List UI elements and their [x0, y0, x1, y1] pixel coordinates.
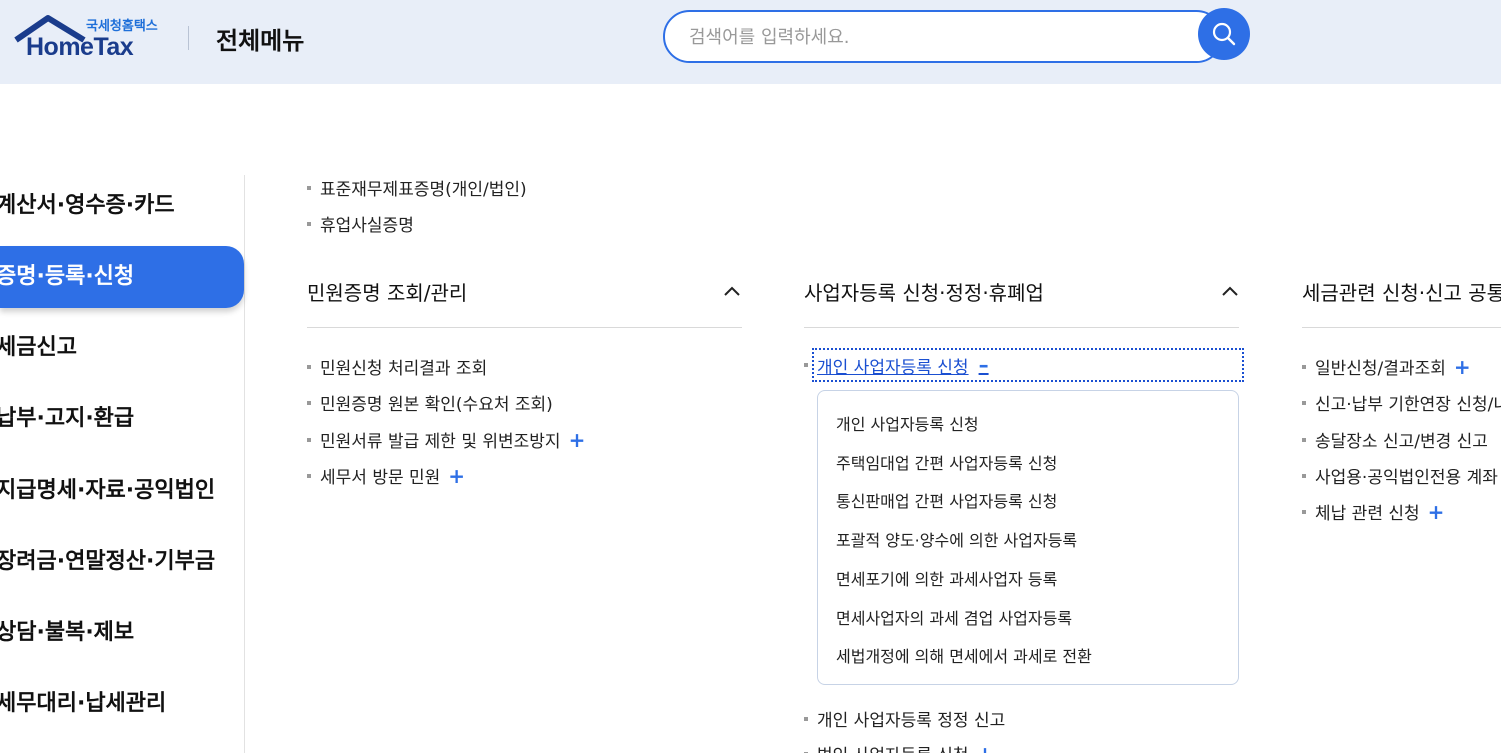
link-closure-cert[interactable]: 휴업사실증명 — [307, 211, 414, 236]
link-label: 일반신청/결과조회 — [1315, 359, 1446, 379]
nav-item-label: 납부·고지·환급 — [0, 406, 135, 431]
link-civil-result[interactable]: 민원신청 처리결과 조회 — [307, 354, 487, 379]
page-title: 전체메뉴 — [216, 27, 305, 55]
nav-item-label: 지급명세·자료·공익법인 — [0, 478, 216, 503]
link-label: 사업용·공익법인전용 계좌 신고 — [1315, 468, 1501, 488]
chevron-up-icon[interactable] — [724, 283, 740, 299]
chevron-up-icon[interactable] — [1222, 283, 1238, 299]
link-label: 개인 사업자등록 정정 신고 — [817, 711, 1006, 731]
header-divider — [188, 26, 189, 50]
logo-wordmark: HomeTax — [26, 33, 134, 61]
submenu-item[interactable]: 통신판매업 간편 사업자등록 신청 — [836, 488, 1057, 512]
link-financial-statement-cert[interactable]: 표준재무제표증명(개인/법인) — [307, 175, 527, 200]
bullet — [1302, 473, 1306, 478]
link-label: 체납 관련 신청 — [1315, 504, 1420, 524]
expand-plus-icon[interactable]: + — [448, 466, 465, 486]
section-divider — [804, 327, 1239, 328]
bullet — [307, 185, 311, 190]
link-label: 휴업사실증명 — [320, 216, 414, 236]
link-label: 민원서류 발급 제한 및 위변조방지 — [320, 432, 561, 452]
search-button[interactable] — [1198, 8, 1250, 60]
link-label: 민원신청 처리결과 조회 — [320, 359, 488, 379]
link-deadline-extension[interactable]: 신고·납부 기한연장 신청/내역조회 — [1302, 390, 1501, 415]
logo-subtitle: 국세청홈택스 — [86, 19, 158, 34]
collapse-minus-icon[interactable]: – — [979, 355, 989, 375]
link-individual-reg-correction[interactable]: 개인 사업자등록 정정 신고 — [804, 706, 1005, 731]
link-label: 송달장소 신고/변경 신고 — [1315, 432, 1488, 452]
link-office-visit[interactable]: 세무서 방문 민원 + — [307, 463, 465, 488]
bullet — [307, 400, 311, 405]
link-label: 표준재무제표증명(개인/법인) — [320, 180, 527, 200]
bullet — [307, 437, 311, 442]
nav-item-label: 계산서·영수증·카드 — [0, 193, 175, 218]
link-business-account[interactable]: 사업용·공익법인전용 계좌 신고 — [1302, 463, 1501, 488]
section-heading-tax-common[interactable]: 세금관련 신청·신고 공통 — [1302, 277, 1501, 306]
column-tax-common: 세금관련 신청·신고 공통 일반신청/결과조회 + 신고·납부 기한연장 신청/내… — [1302, 260, 1501, 753]
search-icon — [1212, 22, 1236, 46]
section-heading-business-reg[interactable]: 사업자등록 신청·정정·휴폐업 — [804, 277, 1044, 306]
link-civil-original[interactable]: 민원증명 원본 확인(수요처 조회) — [307, 390, 553, 415]
bullet — [307, 364, 311, 369]
section-divider — [307, 327, 742, 328]
expand-plus-icon[interactable]: + — [977, 744, 994, 753]
link-label: 개인 사업자등록 신청 — [817, 357, 969, 378]
nav-item-incentive[interactable]: 장려금·연말정산·기부금 — [0, 531, 244, 593]
bullet — [1302, 400, 1306, 405]
link-label: 법인 사업자등록 신청 — [817, 741, 969, 753]
link-corporate-reg[interactable]: 법인 사업자등록 신청 + — [804, 741, 993, 753]
link-label: 세무서 방문 민원 — [320, 468, 441, 488]
nav-item-statement[interactable]: 지급명세·자료·공익법인 — [0, 460, 244, 522]
link-civil-restrict[interactable]: 민원서류 발급 제한 및 위변조방지 + — [307, 427, 585, 452]
nav-item-agent[interactable]: 세무대리·납세관리 — [0, 673, 244, 735]
nav-item-payment[interactable]: 납부·고지·환급 — [0, 388, 244, 450]
nav-item-consult[interactable]: 상담·불복·제보 — [0, 602, 244, 664]
nav-item-label: 증명·등록·신청 — [0, 264, 135, 289]
search-input[interactable] — [689, 23, 1189, 51]
expand-plus-icon[interactable]: + — [569, 430, 586, 450]
submenu-item[interactable]: 개인 사업자등록 신청 — [836, 411, 979, 435]
link-delivery-address[interactable]: 송달장소 신고/변경 신고 — [1302, 427, 1488, 452]
header: 국세청홈택스 HomeTax 전체메뉴 — [0, 0, 1501, 84]
bullet — [1302, 509, 1306, 514]
nav-item-tax-filing[interactable]: 세금신고 — [0, 317, 244, 379]
nav-item-invoice[interactable]: 계산서·영수증·카드 — [0, 175, 244, 237]
submenu-box: 개인 사업자등록 신청 주택임대업 간편 사업자등록 신청 통신판매업 간편 사… — [817, 390, 1239, 685]
expand-plus-icon[interactable]: + — [1454, 357, 1471, 377]
link-general-application[interactable]: 일반신청/결과조회 + — [1302, 354, 1471, 379]
link-label: 신고·납부 기한연장 신청/내역조회 — [1315, 395, 1501, 415]
bullet — [1302, 437, 1306, 442]
link-delinquency[interactable]: 체납 관련 신청 + — [1302, 499, 1444, 524]
submenu-item[interactable]: 면세포기에 의한 과세사업자 등록 — [836, 566, 1057, 590]
left-nav-divider — [244, 175, 245, 753]
search-box — [663, 10, 1223, 63]
nav-item-label: 세금신고 — [0, 335, 77, 360]
hometax-logo[interactable]: 국세청홈택스 HomeTax — [12, 12, 172, 64]
submenu-item[interactable]: 면세사업자의 과세 겸업 사업자등록 — [836, 605, 1072, 629]
nav-item-label: 세무대리·납세관리 — [0, 691, 167, 716]
section-divider — [1302, 327, 1501, 328]
expand-plus-icon[interactable]: + — [1428, 502, 1445, 522]
bullet — [804, 363, 808, 367]
submenu-item[interactable]: 포괄적 양도·양수에 의한 사업자등록 — [836, 527, 1077, 551]
submenu-item[interactable]: 주택임대업 간편 사업자등록 신청 — [836, 450, 1057, 474]
submenu-item[interactable]: 세법개정에 의해 면세에서 과세로 전환 — [836, 643, 1092, 667]
nav-item-certificate[interactable]: 증명·등록·신청 — [0, 246, 244, 308]
bullet — [804, 716, 808, 721]
link-label: 민원증명 원본 확인(수요처 조회) — [320, 395, 553, 415]
bullet — [307, 473, 311, 478]
section-heading-civil-cert[interactable]: 민원증명 조회/관리 — [307, 277, 467, 306]
bullet — [1302, 364, 1306, 369]
bullet — [307, 221, 311, 226]
link-individual-business-reg[interactable]: 개인 사업자등록 신청 – — [812, 348, 1244, 382]
nav-item-label: 상담·불복·제보 — [0, 620, 135, 645]
nav-item-label: 장려금·연말정산·기부금 — [0, 549, 216, 574]
